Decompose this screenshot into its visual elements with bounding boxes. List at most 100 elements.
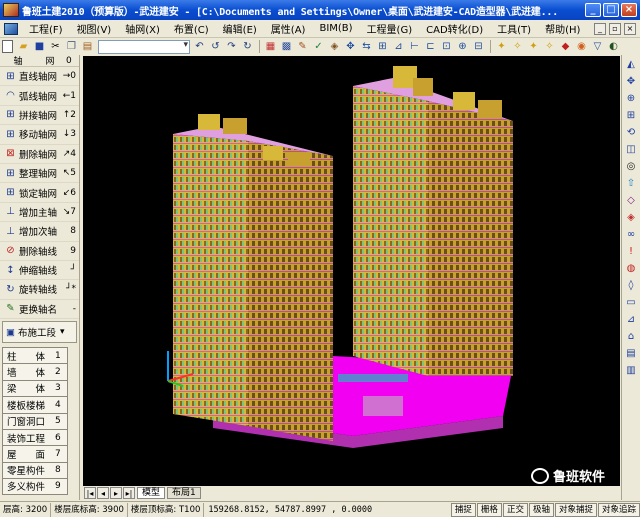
cmd-splice-axis[interactable]: ⊞ 拼接轴网 ↑2 — [0, 106, 79, 126]
menu-edit[interactable]: 编辑(E) — [216, 21, 264, 36]
polar-toggle[interactable]: 极轴 — [528, 502, 554, 517]
cmd-straight-axis[interactable]: ⊞ 直线轴网 →0 — [0, 67, 79, 87]
module-decoration[interactable]: 装饰工程 6 — [2, 428, 68, 446]
module-roof[interactable]: 屋 面 7 — [2, 445, 68, 462]
layer-filter-icon[interactable]: ◇ — [624, 193, 639, 208]
lightbulb-icon[interactable]: ✦ — [526, 40, 541, 54]
minimize-button[interactable]: _ — [585, 3, 601, 17]
menu-cad-convert[interactable]: CAD转化(D) — [419, 21, 490, 36]
tag-icon[interactable]: ◊ — [624, 278, 639, 293]
menu-view[interactable]: 视图(V) — [70, 21, 119, 36]
explode-icon[interactable]: ⊡ — [439, 40, 454, 54]
layer-select[interactable] — [98, 39, 190, 54]
close-button[interactable]: × — [621, 3, 637, 17]
zoom-all-icon[interactable]: ⊞ — [624, 108, 639, 123]
menu-tools[interactable]: 工具(T) — [490, 21, 538, 36]
cmd-rotate-axis-line[interactable]: ↻ 旋转轴线 ┘* — [0, 280, 79, 300]
menu-project[interactable]: 工程(F) — [22, 21, 70, 36]
arrow-up-icon[interactable]: ⇧ — [624, 176, 639, 191]
model-viewport[interactable]: 鲁班软件 — [83, 56, 620, 486]
object-track-toggle[interactable]: 对象追踪 — [597, 502, 640, 517]
view-3d-icon[interactable]: ◭ — [624, 57, 639, 72]
menu-quantity[interactable]: 工程量(G) — [360, 21, 420, 36]
cmd-add-main-axis[interactable]: ⊥ 增加主轴 ↘7 — [0, 203, 79, 223]
lightbulb-icon[interactable]: ✧ — [542, 40, 557, 54]
cmd-organize-axis[interactable]: ⊞ 整理轴网 ↖5 — [0, 164, 79, 184]
module-slab-stair[interactable]: 楼板楼梯 4 — [2, 396, 68, 413]
doc-restore-button[interactable]: ▫ — [609, 22, 621, 35]
zoom-window-icon[interactable]: ⊕ — [624, 91, 639, 106]
view-icon[interactable]: ◐ — [606, 40, 621, 54]
cmd-extend-axis[interactable]: ↕ 伸缩轴线 ┘ — [0, 261, 79, 281]
module-misc[interactable]: 零星构件 8 — [2, 461, 68, 479]
save-icon[interactable]: ■ — [32, 40, 47, 54]
module-beam[interactable]: 梁 体 3 — [2, 379, 68, 397]
menu-help[interactable]: 帮助(H) — [538, 21, 587, 36]
ortho-toggle[interactable]: 正交 — [502, 502, 528, 517]
cmd-lock-axis[interactable]: ⊞ 锁定轴网 ↙6 — [0, 183, 79, 203]
mirror-icon[interactable]: ⇆ — [359, 40, 374, 54]
table-icon[interactable]: ▤ — [624, 346, 639, 361]
array-icon[interactable]: ⊞ — [375, 40, 390, 54]
link-icon[interactable]: ∞ — [624, 227, 639, 242]
module-wall[interactable]: 墙 体 2 — [2, 363, 68, 380]
cmd-move-axis[interactable]: ⊞ 移动轴网 ↓3 — [0, 125, 79, 145]
module-door-window[interactable]: 门窗洞口 5 — [2, 412, 68, 429]
palette-icon[interactable]: ◈ — [624, 210, 639, 225]
alert-icon[interactable]: ! — [624, 244, 639, 259]
binoculars-icon[interactable]: ◎ — [624, 159, 639, 174]
move-icon[interactable]: ✥ — [343, 40, 358, 54]
next-tab-button[interactable]: ▸ — [110, 487, 122, 499]
report-icon[interactable]: ▥ — [624, 363, 639, 378]
cmd-delete-axis[interactable]: ⊠ 删除轴网 ↗4 — [0, 145, 79, 164]
menu-attributes[interactable]: 属性(A) — [264, 21, 313, 36]
snap-toggle[interactable]: 捕捉 — [450, 502, 476, 517]
lightbulb-icon[interactable]: ✦ — [494, 40, 509, 54]
new-file-icon[interactable] — [2, 40, 13, 53]
redo-icon[interactable]: ↷ — [224, 40, 239, 54]
cmd-add-sub-axis[interactable]: ⊥ 增加次轴 8 — [0, 222, 79, 242]
lightbulb-icon[interactable]: ✧ — [510, 40, 525, 54]
construction-section-dropdown[interactable]: ▣ 布施工段 ▾ — [2, 321, 77, 344]
zoom-icon[interactable]: ⊕ — [455, 40, 470, 54]
tab-model[interactable]: 模型 — [137, 487, 166, 499]
pick-icon[interactable]: ✓ — [311, 40, 326, 54]
object-snap-toggle[interactable]: 对象捕捉 — [554, 502, 597, 517]
document-icon[interactable] — [4, 22, 18, 35]
undo-arrow-icon[interactable]: ↺ — [208, 40, 223, 54]
module-column[interactable]: 柱 体 1 — [2, 347, 68, 364]
layer-icon[interactable]: ◆ — [558, 40, 573, 54]
cmd-arc-axis[interactable]: ◠ 弧线轴网 ←1 — [0, 86, 79, 106]
prev-tab-button[interactable]: ◂ — [97, 487, 109, 499]
tab-layout1[interactable]: 布局1 — [167, 487, 201, 499]
color-icon[interactable]: ◉ — [574, 40, 589, 54]
grid-toggle[interactable]: 栅格 — [476, 502, 502, 517]
bridge-icon[interactable]: ⌂ — [624, 329, 639, 344]
offset-icon[interactable]: ⊏ — [423, 40, 438, 54]
open-folder-icon[interactable]: ▰ — [16, 40, 31, 54]
tag-icon[interactable]: ◈ — [327, 40, 342, 54]
grid-icon[interactable]: ▩ — [279, 40, 294, 54]
undo-icon[interactable]: ↶ — [192, 40, 207, 54]
doc-close-button[interactable]: × — [624, 22, 636, 35]
paste-icon[interactable]: ▤ — [80, 40, 95, 54]
cut-icon[interactable]: ✂ — [48, 40, 63, 54]
redo-arrow-icon[interactable]: ↻ — [240, 40, 255, 54]
properties-icon[interactable]: ▦ — [263, 40, 278, 54]
filter-icon[interactable]: ▽ — [590, 40, 605, 54]
doc-minimize-button[interactable]: _ — [594, 22, 606, 35]
measure-icon[interactable]: ⊟ — [471, 40, 486, 54]
menu-bim[interactable]: BIM(B) — [312, 23, 359, 34]
cmd-delete-axis-line[interactable]: ⊘ 删除轴线 9 — [0, 242, 79, 261]
maximize-button[interactable]: □ — [603, 3, 619, 17]
section-view-icon[interactable]: ◫ — [624, 142, 639, 157]
module-multi[interactable]: 多义构件 9 — [2, 478, 68, 495]
copy-icon[interactable]: ❐ — [64, 40, 79, 54]
last-tab-button[interactable]: ▸| — [123, 487, 135, 499]
first-tab-button[interactable]: |◂ — [84, 487, 96, 499]
trim-icon[interactable]: ⊿ — [391, 40, 406, 54]
orbit-icon[interactable]: ⟲ — [624, 125, 639, 140]
measure-icon[interactable]: ▭ — [624, 295, 639, 310]
brush-icon[interactable]: ✎ — [295, 40, 310, 54]
extend-icon[interactable]: ⊢ — [407, 40, 422, 54]
